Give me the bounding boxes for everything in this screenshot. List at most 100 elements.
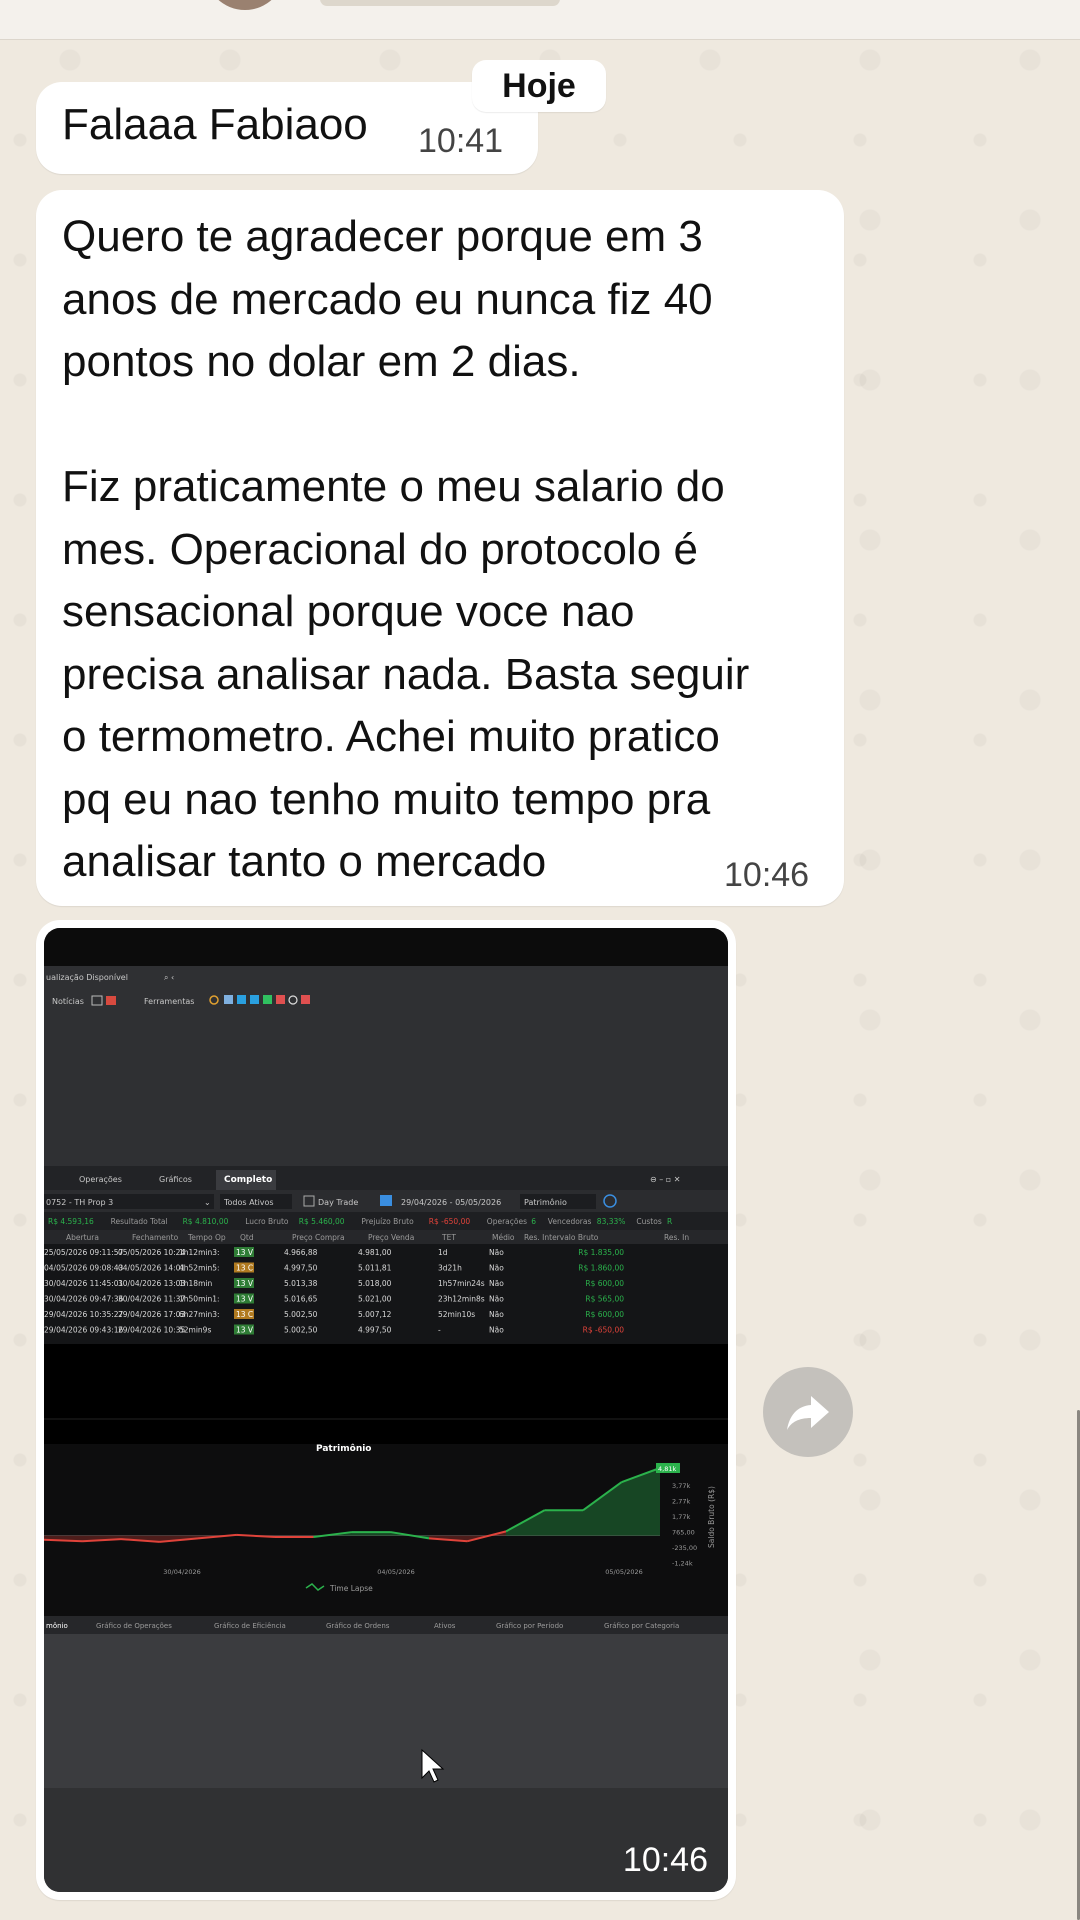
table-cell: 5.002,50	[284, 1310, 318, 1319]
table-cell: 4h52min5:	[179, 1264, 220, 1273]
table-cell: 5.002,50	[284, 1326, 318, 1335]
table-cell: 04/05/2026 09:08:43	[44, 1264, 124, 1273]
table-cell: Não	[489, 1264, 504, 1273]
chat-header[interactable]	[0, 0, 1080, 40]
table-header: Abertura Fechamento Tempo Op Qtd Preço Compr…	[66, 1233, 689, 1242]
table-cell: 5.011,81	[358, 1264, 392, 1273]
summary-label: Resultado Total	[111, 1217, 168, 1226]
column-header: Res. In	[664, 1233, 689, 1242]
menu-tools: Ferramentas	[144, 997, 194, 1006]
message-bubble-2[interactable]: Quero te agradecer porque em 3 anos de m…	[36, 190, 844, 906]
y-tick-label: 1,77k	[672, 1513, 690, 1521]
table-cell: 30/04/2026 09:47:36	[44, 1295, 124, 1304]
y-tick-label: 765,00	[672, 1529, 695, 1537]
date-divider: Hoje	[472, 60, 606, 112]
bottom-tab: Ativos	[434, 1622, 456, 1630]
update-available-text: ualização Disponível	[46, 973, 128, 982]
summary-value: R	[667, 1217, 672, 1226]
x-tick-label: 30/04/2026	[163, 1568, 200, 1576]
bottom-tab: Gráfico por Categoria	[604, 1622, 679, 1630]
message-text: Quero te agradecer porque em 3 anos de m…	[62, 212, 750, 886]
qty-value: 13 C	[236, 1264, 253, 1273]
message-bubble-1[interactable]: Falaaa Fabiaoo 10:41	[36, 82, 538, 174]
table-cell: 1h50min1:	[179, 1295, 220, 1304]
table-cell: 1h12min3:	[179, 1248, 220, 1257]
column-header: Preço Compra	[292, 1233, 345, 1242]
table-cell: 30/04/2026 13:03	[118, 1279, 185, 1288]
table-cell: 52min9s	[179, 1326, 211, 1335]
table-cell: 30/04/2026 11:37	[118, 1295, 185, 1304]
summary-value: R$ 5.460,00	[299, 1217, 345, 1226]
contact-name-placeholder[interactable]	[320, 0, 560, 6]
summary-label: Lucro Bruto	[245, 1217, 289, 1226]
avatar[interactable]	[205, 0, 285, 10]
bottom-tab: mônio	[46, 1622, 68, 1630]
chart-legend: Time Lapse	[329, 1584, 373, 1593]
table-cell: 25/05/2026 09:11:57	[44, 1248, 124, 1257]
table-cell: -	[438, 1326, 441, 1335]
table-cell: 29/04/2026 10:35:27	[44, 1310, 124, 1319]
qty-value: 13 V	[236, 1248, 254, 1257]
line-segment	[44, 1538, 83, 1543]
column-header: Res. Intervalo Bruto	[524, 1233, 599, 1242]
summary-label: Vencedoras	[548, 1217, 592, 1226]
summary-value: R$ -650,00	[429, 1217, 471, 1226]
table-cell: 4.966,88	[284, 1248, 318, 1257]
y-tick-label: -235,00	[672, 1544, 697, 1552]
table-cell: 1d	[438, 1248, 448, 1257]
media-message[interactable]: ualização Disponível ⌕ ‹ Notícias Ferram…	[36, 920, 736, 1900]
svg-text:⌄: ⌄	[204, 1198, 211, 1207]
x-tick-label: 05/05/2026	[605, 1568, 642, 1576]
table-cell: 5.016,65	[284, 1295, 318, 1304]
bottom-tab: Gráfico por Período	[496, 1622, 563, 1630]
date-range: 29/04/2026 - 05/05/2026	[401, 1198, 501, 1207]
qty-value: 13 V	[236, 1279, 254, 1288]
table-cell: 29/04/2026 17:03	[118, 1310, 185, 1319]
table-cell: 5.013,38	[284, 1279, 318, 1288]
table-cell: Não	[489, 1279, 504, 1288]
column-header: Qtd	[240, 1233, 254, 1242]
day-trade-checkbox: Day Trade	[318, 1198, 358, 1207]
result-value: R$ 600,00	[585, 1279, 624, 1288]
table-cell: Não	[489, 1310, 504, 1319]
bottom-tab: Gráfico de Ordens	[326, 1622, 390, 1630]
table-cell: 1h18min	[179, 1279, 212, 1288]
tab-operacoes: Operações	[79, 1175, 122, 1184]
y-tick-label: -1,24k	[672, 1560, 693, 1568]
column-header: Médio	[492, 1233, 515, 1242]
table-cell: 3d21h	[438, 1264, 462, 1273]
table-cell: 30/04/2026 11:45:01	[44, 1279, 124, 1288]
table-cell: 29/04/2026 10:35	[118, 1326, 185, 1335]
summary-label: Custos	[636, 1217, 661, 1226]
result-value: R$ 565,00	[585, 1295, 624, 1304]
y-tick-label: 2,77k	[672, 1498, 690, 1506]
table-cell: 05/05/2026 10:24	[118, 1248, 185, 1257]
shared-screenshot[interactable]: ualização Disponível ⌕ ‹ Notícias Ferram…	[44, 928, 728, 1892]
table-cell: 04/05/2026 14:01	[118, 1264, 185, 1273]
tab-completo: Completo	[224, 1175, 272, 1185]
account-select: 0752 - TH Prop 3	[46, 1198, 113, 1207]
bottom-tab: Gráfico de Eficiência	[214, 1622, 286, 1630]
chart-title: Patrimônio	[316, 1443, 372, 1454]
qty-value: 13 V	[236, 1326, 254, 1335]
column-header: TET	[441, 1233, 456, 1242]
qty-value: 13 C	[236, 1310, 253, 1319]
assets-select: Todos Ativos	[223, 1198, 274, 1207]
table-cell: 29/04/2026 09:43:16	[44, 1326, 124, 1335]
forward-arrow-icon	[787, 1396, 829, 1430]
table-cell: 6h27min3:	[179, 1310, 220, 1319]
table-cell: Não	[489, 1326, 504, 1335]
message-time: 10:41	[418, 122, 504, 160]
table-cell: 1h57min24s	[438, 1279, 485, 1288]
menu-news: Notícias	[52, 997, 84, 1006]
view-select: Patrimônio	[524, 1197, 567, 1207]
column-header: Abertura	[66, 1233, 99, 1242]
qty-value: 13 V	[236, 1295, 254, 1304]
forward-button[interactable]	[763, 1367, 853, 1457]
y-tick-label: 3,77k	[672, 1482, 690, 1490]
summary-label: Operações	[487, 1217, 527, 1226]
summary-value: R$ 4.810,00	[183, 1217, 229, 1226]
table-cell: 52min10s	[438, 1310, 475, 1319]
table-cell: 4.981,00	[358, 1248, 392, 1257]
trading-platform-screenshot: ualização Disponível ⌕ ‹ Notícias Ferram…	[44, 928, 728, 1892]
